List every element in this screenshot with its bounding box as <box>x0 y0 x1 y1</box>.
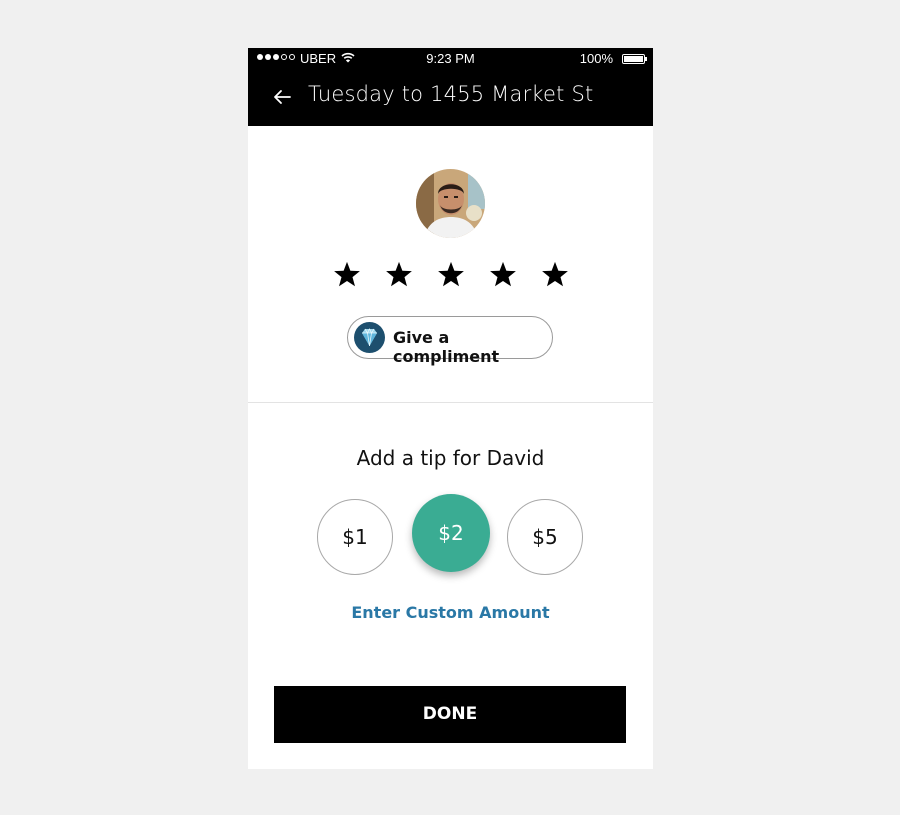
tip-option-5[interactable]: $5 <box>507 499 583 575</box>
star-icon[interactable] <box>540 260 570 290</box>
star-icon[interactable] <box>436 260 466 290</box>
back-arrow-icon[interactable] <box>273 88 291 106</box>
battery-icon <box>622 54 647 64</box>
star-icon[interactable] <box>384 260 414 290</box>
page-title: Tuesday to 1455 Market St <box>308 82 594 106</box>
status-bar: UBER 9:23 PM 100% <box>248 48 653 69</box>
give-compliment-button[interactable]: Give a compliment <box>347 316 553 366</box>
star-icon[interactable] <box>332 260 362 290</box>
tip-option-1[interactable]: $1 <box>317 499 393 575</box>
star-icon[interactable] <box>488 260 518 290</box>
diamond-icon <box>354 322 385 353</box>
star-rating[interactable] <box>248 260 653 290</box>
battery-percent: 100% <box>579 51 613 66</box>
tip-heading: Add a tip for David <box>356 446 545 470</box>
tip-option-2-selected[interactable]: $2 <box>412 494 490 572</box>
driver-avatar <box>416 169 485 238</box>
nav-bar: Tuesday to 1455 Market St <box>248 69 653 126</box>
enter-custom-amount-link[interactable]: Enter Custom Amount <box>248 603 653 622</box>
section-divider <box>248 402 653 403</box>
done-button[interactable]: DONE <box>274 686 626 743</box>
phone-screen: UBER 9:23 PM 100% Tuesday to 1455 Market… <box>248 48 653 769</box>
compliment-label: Give a compliment <box>393 328 500 366</box>
